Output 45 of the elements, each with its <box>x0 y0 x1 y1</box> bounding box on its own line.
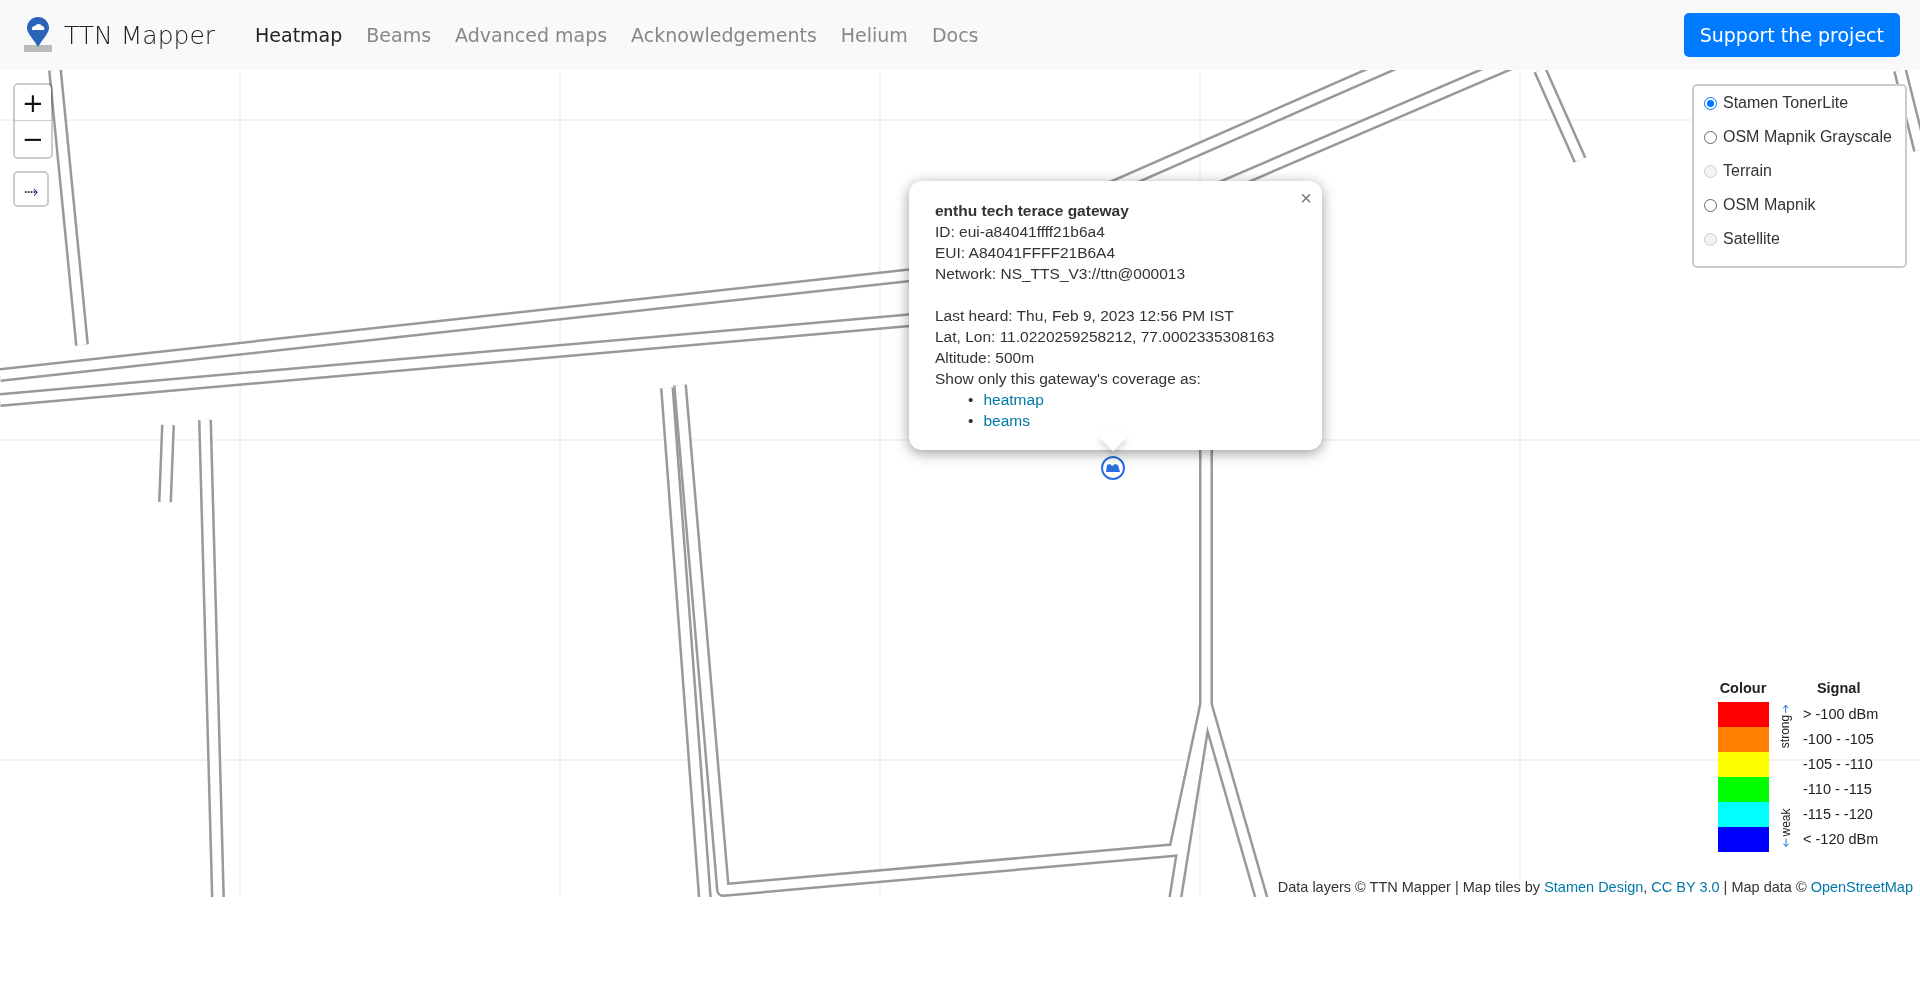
popup-text: ID: eui-a84041ffff21b6a4 <box>935 222 1106 242</box>
nav-link[interactable]: Docs <box>921 16 989 54</box>
locate-button[interactable]: ⤑ <box>13 171 49 207</box>
legend-heading: Signal <box>1815 680 1862 698</box>
coverage-link[interactable]: beams <box>983 410 1030 431</box>
bullet: • <box>968 390 974 410</box>
strength-label: strong <box>1778 714 1792 749</box>
nav-link[interactable]: Helium <box>830 16 918 54</box>
popup-text: Altitude: 500m <box>935 348 1036 368</box>
popup-text: EUI: A84041FFFF21B6A4 <box>935 243 1117 263</box>
map-pin-logo-icon[interactable] <box>22 17 54 53</box>
close-button[interactable]: × <box>1300 187 1312 209</box>
brand-name[interactable]: TTN Mapper <box>64 20 216 50</box>
radio-button[interactable] <box>1704 198 1717 212</box>
signal-range: -115 - -120 <box>1802 805 1874 824</box>
attribution-text: Data layers © TTN Mapper | Map tiles by Stamen Design, CC BY 3.0 | Map data © OpenStreetMap <box>1275 877 1915 897</box>
support-button[interactable]: Support the project <box>1683 13 1900 57</box>
strength-label: weak <box>1778 808 1792 837</box>
legend-heading: Colour <box>1718 680 1768 698</box>
nav-link[interactable]: Beams <box>356 16 442 54</box>
arrow-icon <box>1781 703 1789 713</box>
popup-text: Show only this gateway's coverage as: <box>935 369 1202 389</box>
zoom-in-button[interactable]: + <box>15 85 51 121</box>
popup-text: Last heard: Thu, Feb 9, 2023 12:56 PM IST <box>935 306 1235 326</box>
nav-link[interactable]: Heatmap <box>245 16 353 54</box>
popup-text: Lat, Lon: 11.0220259258212, 77.0002335308163 <box>935 327 1276 347</box>
attribution-link[interactable]: CC BY 3.0 <box>1651 879 1720 895</box>
signal-range: -110 - -115 <box>1802 780 1873 799</box>
radio-button[interactable] <box>1704 96 1717 110</box>
nav-link[interactable]: Advanced maps <box>445 16 618 54</box>
signal-range: < -120 dBm <box>1802 830 1879 849</box>
signal-range: -105 - -110 <box>1802 755 1874 774</box>
arrow-icon <box>1781 838 1789 848</box>
layer-label[interactable]: OSM Mapnik <box>1723 196 1816 214</box>
layer-label[interactable]: OSM Mapnik Grayscale <box>1723 128 1892 146</box>
bullet: • <box>968 411 974 431</box>
layer-label[interactable]: Stamen TonerLite <box>1723 94 1849 112</box>
nav-link[interactable]: Acknowledgements <box>621 16 827 54</box>
signal-range: -100 - -105 <box>1802 730 1875 749</box>
gateway-title: enthu tech terace gateway <box>935 201 1130 221</box>
coverage-link[interactable]: heatmap <box>983 389 1044 410</box>
signal-range: > -100 dBm <box>1802 705 1879 724</box>
radio-button[interactable] <box>1704 130 1717 144</box>
popup-text: Network: NS_TTS_V3://ttn@000013 <box>935 264 1187 284</box>
attribution-link[interactable]: OpenStreetMap <box>1810 879 1913 895</box>
